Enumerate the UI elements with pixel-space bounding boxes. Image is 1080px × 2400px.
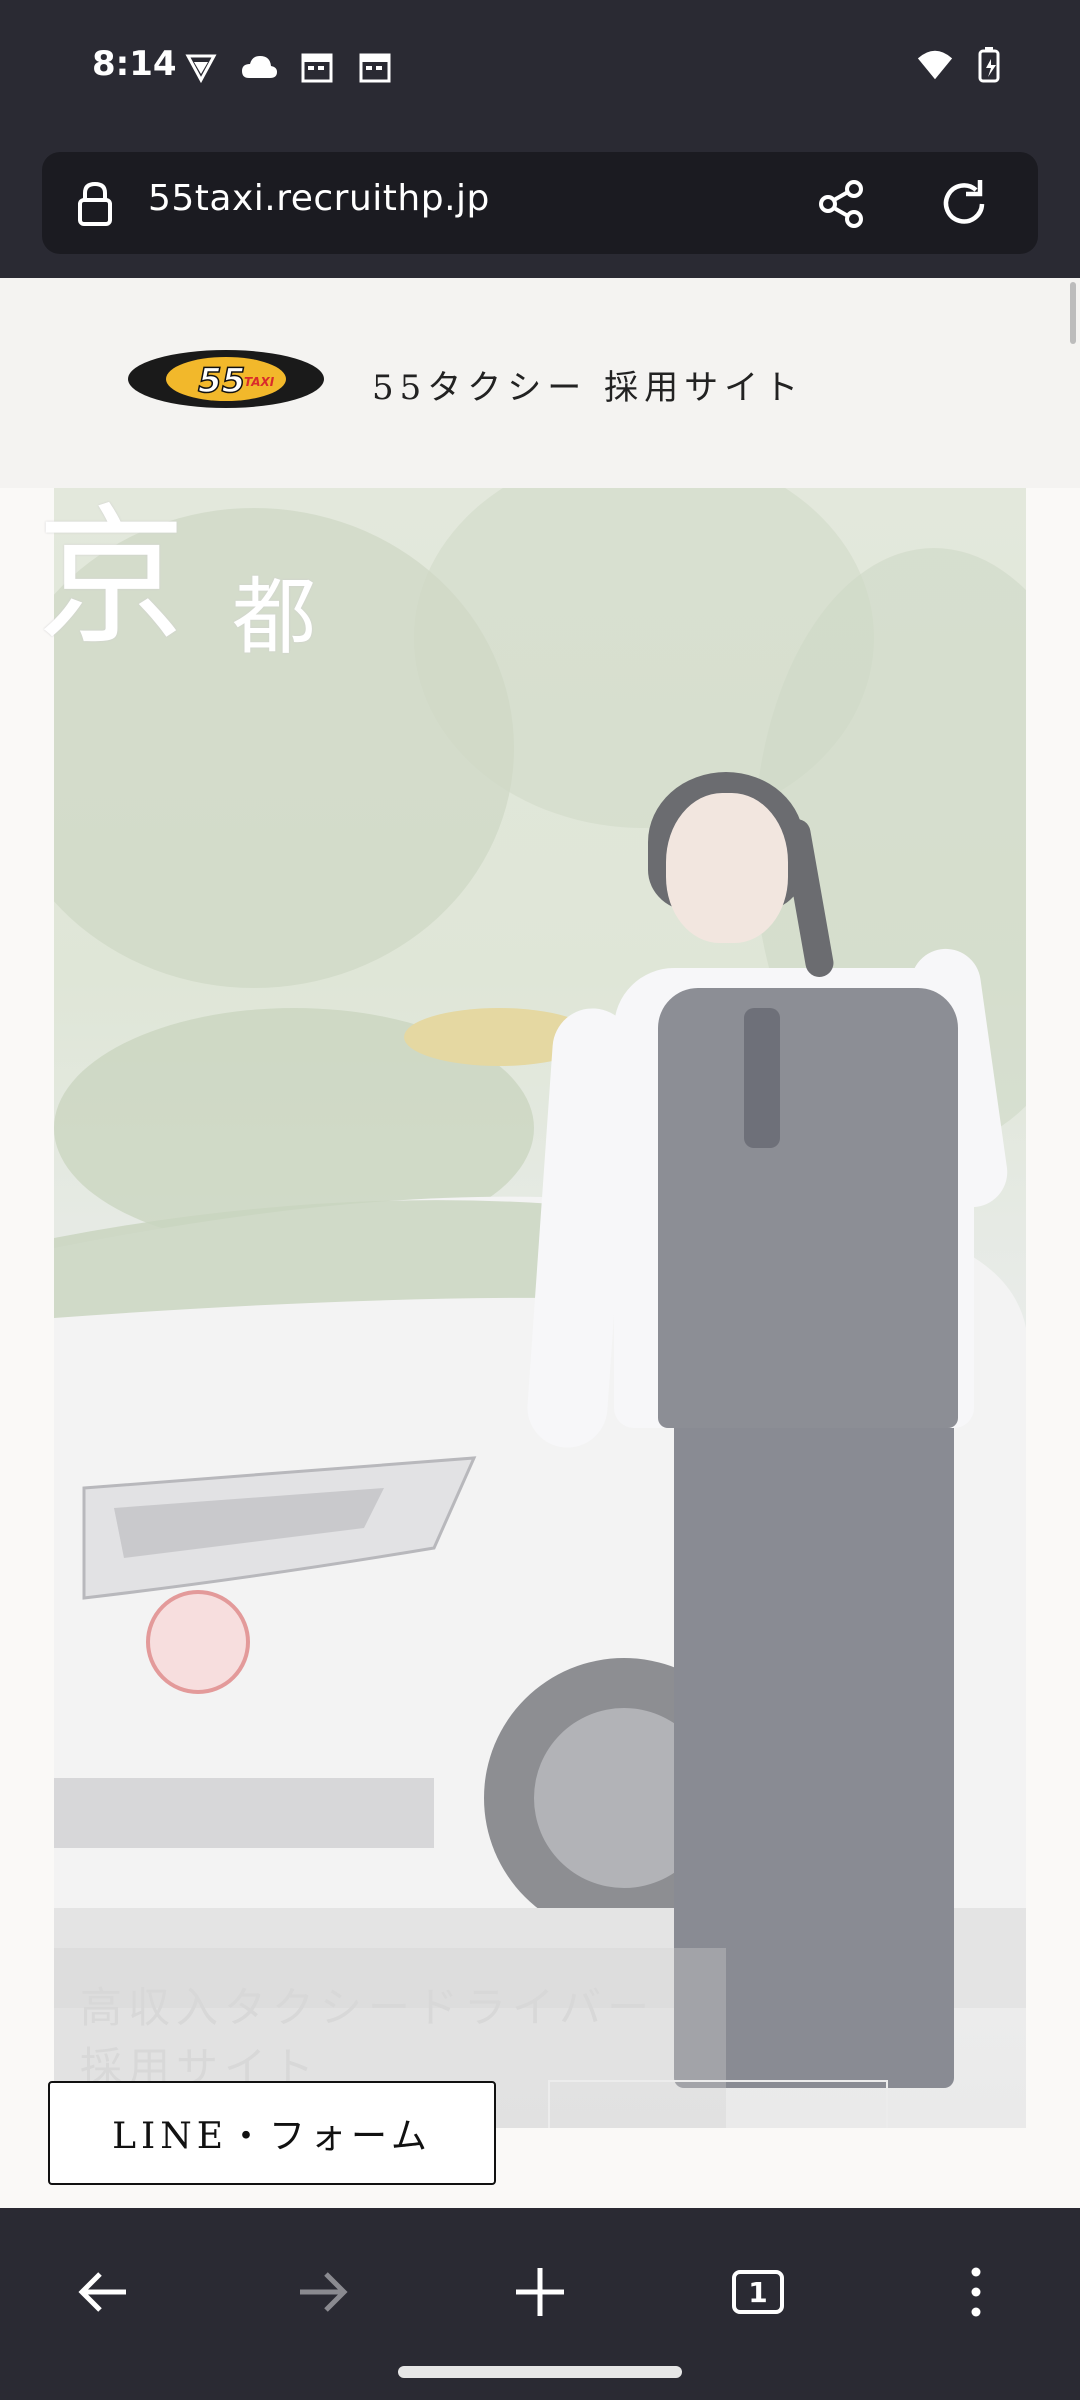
svg-text:TAXI: TAXI: [244, 375, 275, 389]
hero-kanji-small: 都: [232, 568, 317, 666]
back-icon[interactable]: [72, 2260, 136, 2324]
vpn-icon: [182, 48, 220, 86]
tagline-line-1: 高収入タクシードライバー: [80, 1983, 656, 2032]
tabs-button[interactable]: 1: [726, 2260, 790, 2324]
url-text[interactable]: 55taxi.recruithp.jp: [148, 178, 490, 219]
tab-count: 1: [748, 2275, 768, 2309]
calendar-icon: [356, 48, 394, 86]
company-emblem: [146, 1590, 250, 1694]
share-icon[interactable]: [816, 178, 868, 230]
reload-icon[interactable]: [936, 176, 992, 232]
line-form-button[interactable]: LINE・フォーム: [48, 2081, 496, 2185]
lock-icon[interactable]: [70, 178, 120, 228]
hero-ghost-button[interactable]: [548, 2080, 888, 2128]
browser-toolbar: 55taxi.recruithp.jp: [0, 136, 1080, 278]
hero-kanji-large: 京: [36, 491, 187, 665]
svg-text:55: 55: [198, 361, 245, 401]
status-time: 8:14: [92, 44, 177, 84]
status-icons-right: [916, 46, 1010, 84]
battery-icon: [972, 46, 1010, 84]
calendar-icon: [298, 48, 336, 86]
status-icons-left: [182, 48, 394, 86]
forward-icon[interactable]: [290, 2260, 354, 2324]
browser-bottom-bar: 1: [0, 2208, 1080, 2400]
address-bar[interactable]: 55taxi.recruithp.jp: [42, 152, 1038, 254]
web-content: 55 TAXI 55タクシー 採用サイト 高収入タクシードライバー 採用サイト …: [0, 278, 1080, 2208]
status-bar: 8:14: [0, 0, 1080, 136]
site-title: 55タクシー 採用サイト: [372, 368, 805, 408]
company-logo[interactable]: 55 TAXI: [126, 348, 326, 410]
wifi-icon: [916, 46, 954, 84]
scrollbar[interactable]: [1070, 282, 1076, 344]
more-menu-icon[interactable]: [944, 2260, 1008, 2324]
gesture-bar[interactable]: [398, 2366, 682, 2378]
new-tab-icon[interactable]: [508, 2260, 572, 2324]
hero-image: 高収入タクシードライバー 採用サイト: [54, 488, 1026, 2128]
cloud-icon: [240, 48, 278, 86]
